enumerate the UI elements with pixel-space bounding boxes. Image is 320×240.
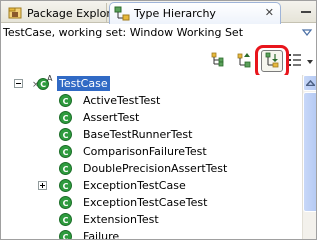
class-icon: C <box>58 161 73 176</box>
view-menu-chevron-down-icon[interactable] <box>301 26 313 38</box>
collapse-toggle-icon[interactable] <box>14 79 23 88</box>
tree-item-label: ComparisonFailureTest <box>83 145 207 158</box>
hierarchy-tree[interactable]: × C A TestCase C ActiveTestTest C Assert… <box>1 75 302 240</box>
svg-text:C: C <box>63 233 69 240</box>
tab-package-explorer-label: Package Explorer <box>27 6 122 20</box>
svg-text:C: C <box>63 199 69 208</box>
minimize-icon[interactable] <box>297 3 315 21</box>
tree-row[interactable]: C Failure <box>1 228 302 240</box>
package-explorer-icon <box>7 5 23 21</box>
class-icon: C <box>58 229 73 240</box>
tree-item-label: ActiveTestTest <box>83 94 161 107</box>
tab-package-explorer[interactable]: Package Explorer <box>3 3 122 23</box>
vertical-scrollbar[interactable] <box>302 75 316 239</box>
tree-root-label: TestCase <box>57 76 110 91</box>
hierarchy-description: TestCase, working set: Window Working Se… <box>3 26 244 39</box>
scroll-up-arrow-icon[interactable] <box>303 75 316 91</box>
svg-text:C: C <box>40 80 46 89</box>
abstract-class-icon: × C <box>32 76 49 91</box>
class-icon: C <box>58 144 73 159</box>
svg-text:C: C <box>63 131 69 140</box>
abstract-overlay-label: A <box>47 75 53 83</box>
tree-root-row[interactable]: × C A TestCase <box>1 75 302 92</box>
tree-row[interactable]: C DoublePrecisionAssertTest <box>1 160 302 177</box>
scroll-thumb[interactable] <box>303 92 316 212</box>
class-icon: C <box>58 195 73 210</box>
tree-row[interactable]: C AssertTest <box>1 109 302 126</box>
tree-row[interactable]: C BaseTestRunnerTest <box>1 126 302 143</box>
class-icon: C <box>58 93 73 108</box>
type-hierarchy-tree-icon <box>211 52 227 71</box>
tree-row[interactable]: C ExceptionTestCase <box>1 177 302 194</box>
tab-type-hierarchy-label: Type Hierarchy <box>134 7 216 20</box>
close-icon[interactable]: ✕ <box>265 6 274 19</box>
show-supertype-hierarchy-button[interactable] <box>235 52 253 70</box>
tree-item-label: ExceptionTestCaseTest <box>83 196 208 209</box>
svg-text:C: C <box>63 114 69 123</box>
class-icon: C <box>58 212 73 227</box>
tree-row[interactable]: C ComparisonFailureTest <box>1 143 302 160</box>
toolbar-chevron-down-icon[interactable] <box>305 57 315 67</box>
supertype-hierarchy-icon <box>236 52 252 71</box>
type-hierarchy-view: Package Explorer Type Hierarchy ✕ TestCa… <box>0 0 317 240</box>
view-tab-bar: Package Explorer Type Hierarchy ✕ <box>1 1 316 24</box>
type-hierarchy-icon <box>114 6 130 22</box>
tree-row[interactable]: C ExtensionTest <box>1 211 302 228</box>
tree-item-label: ExtensionTest <box>83 213 159 226</box>
expand-toggle-icon[interactable] <box>38 181 47 190</box>
svg-text:C: C <box>63 165 69 174</box>
class-icon: C <box>58 127 73 142</box>
tree-item-label: Failure <box>83 230 120 240</box>
svg-text:C: C <box>63 97 69 106</box>
tree-item-label: BaseTestRunnerTest <box>83 128 193 141</box>
tree-row[interactable]: C ExceptionTestCaseTest <box>1 194 302 211</box>
show-type-hierarchy-button[interactable] <box>210 52 228 70</box>
tree-item-label: DoublePrecisionAssertTest <box>83 162 228 175</box>
tab-type-hierarchy[interactable]: Type Hierarchy ✕ <box>109 2 281 24</box>
tree-row[interactable]: C ActiveTestTest <box>1 92 302 109</box>
tree-item-label: ExceptionTestCase <box>83 179 186 192</box>
svg-text:C: C <box>63 216 69 225</box>
layout-menu-icon <box>287 52 303 71</box>
class-icon: C <box>58 110 73 125</box>
tree-item-label: AssertTest <box>83 111 140 124</box>
class-icon: C <box>58 178 73 193</box>
highlight-annotation-ring <box>255 45 289 79</box>
svg-text:C: C <box>63 182 69 191</box>
svg-text:C: C <box>63 148 69 157</box>
